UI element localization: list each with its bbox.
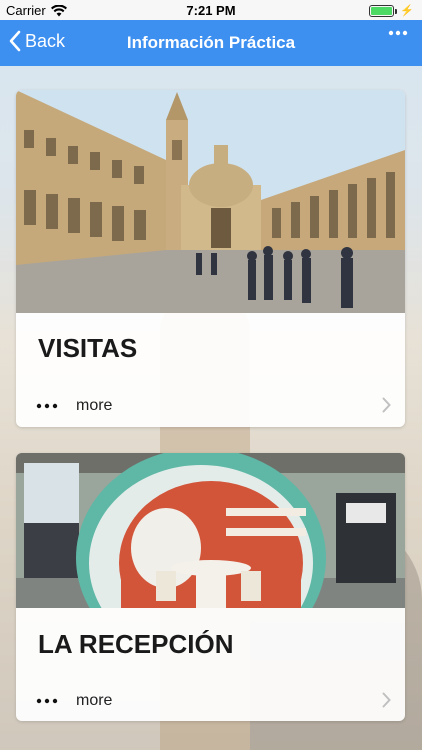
more-link[interactable]: more: [76, 397, 112, 415]
battery-icon: [369, 4, 398, 17]
card-footer[interactable]: more: [16, 687, 405, 715]
chevron-right-icon: [382, 397, 391, 413]
chevron-right-icon: [382, 692, 391, 708]
card-la-recepcion[interactable]: LA RECEPCIÓN more: [16, 453, 405, 721]
charging-bolt-icon: ⚡: [400, 5, 414, 17]
card-visitas[interactable]: VISITAS more: [16, 90, 405, 427]
card-title: VISITAS: [38, 333, 138, 363]
page-title: Información Práctica: [126, 33, 296, 52]
more-dots-icon: [36, 698, 58, 704]
card-footer[interactable]: more: [16, 392, 405, 420]
battery-tip: [395, 8, 398, 14]
more-link[interactable]: more: [76, 692, 112, 710]
reception-interior-photo: [16, 453, 405, 608]
status-bar: Carrier 7:21 PM ⚡: [0, 0, 422, 20]
status-time: 7:21 PM: [186, 3, 236, 18]
card-title: LA RECEPCIÓN: [38, 629, 234, 659]
battery-level: [371, 6, 393, 15]
more-dots-icon: [36, 403, 58, 409]
status-right: ⚡: [369, 4, 414, 17]
navigation-bar: Back Información Práctica: [0, 20, 422, 66]
plaza-building-photo: [16, 90, 405, 313]
more-dots-icon[interactable]: [388, 30, 408, 36]
